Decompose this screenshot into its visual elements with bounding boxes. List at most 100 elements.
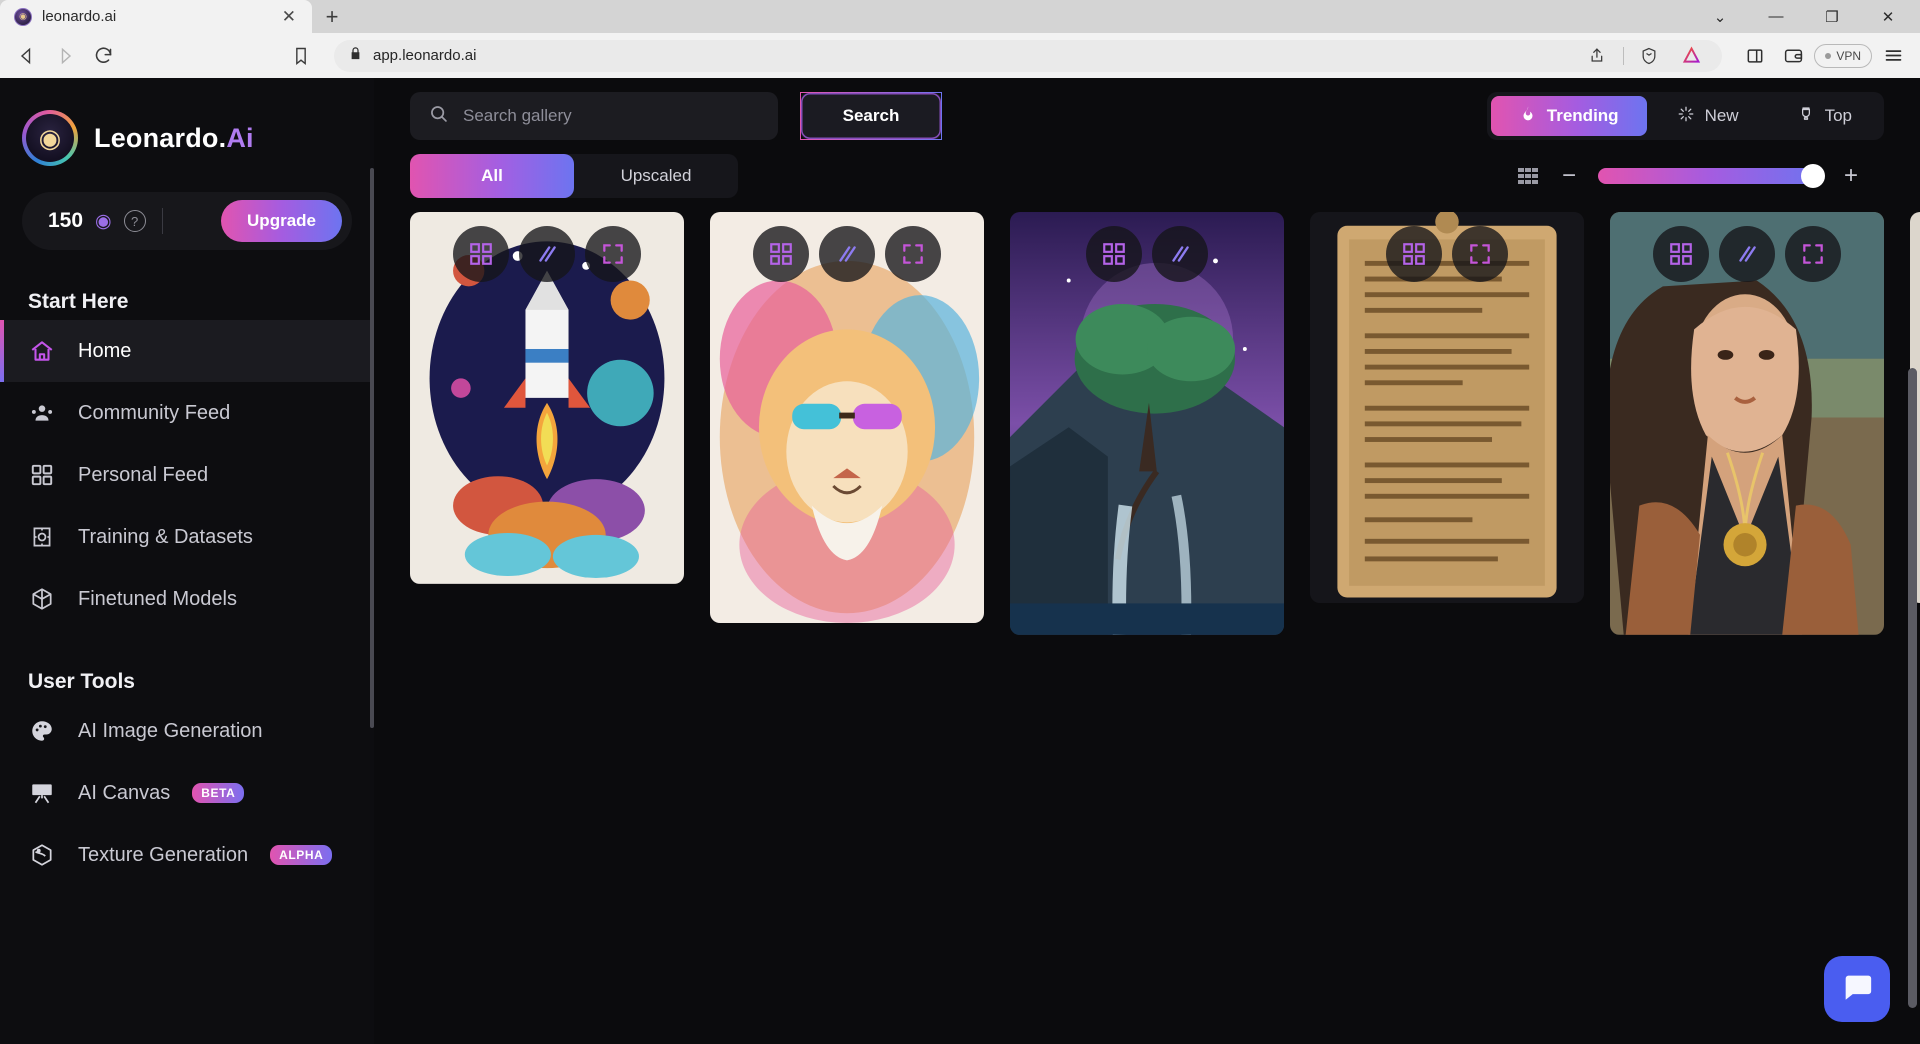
sidebar-item-label: Texture Generation [78, 843, 249, 866]
card-overlay-actions [1010, 226, 1284, 282]
bookmark-icon[interactable] [284, 39, 318, 73]
expand-icon[interactable] [585, 226, 641, 282]
gallery-card[interactable] [710, 212, 984, 623]
gallery-card[interactable] [1610, 212, 1884, 635]
sidebar-section-title-user-tools: User Tools [28, 670, 135, 693]
browser-tab[interactable]: ◉ leonardo.ai ✕ [0, 0, 312, 33]
sidebar-item-ai-image-generation[interactable]: AI Image Generation [0, 700, 374, 762]
card-overlay-actions [410, 226, 684, 282]
remix-icon[interactable] [1653, 226, 1709, 282]
upgrade-button[interactable]: Upgrade [221, 200, 342, 242]
motion-icon[interactable] [819, 226, 875, 282]
credits-card: 150 ◉ ? Upgrade [22, 192, 352, 250]
logo-inner: ◉ [26, 114, 74, 162]
flame-icon [1519, 105, 1537, 128]
chevron-down-icon[interactable]: ⌄ [1692, 0, 1748, 33]
sort-segmented-control: Trending New Top [1486, 92, 1884, 140]
zoom-controls: − + [1516, 164, 1884, 188]
filter-tab-upscaled[interactable]: Upscaled [574, 154, 738, 198]
sidebar-item-home[interactable]: Home [0, 320, 374, 382]
expand-icon[interactable] [885, 226, 941, 282]
expand-icon[interactable] [1452, 226, 1508, 282]
badge-alpha: ALPHA [270, 845, 333, 865]
card-overlay-actions [1310, 226, 1584, 282]
remix-icon[interactable] [453, 226, 509, 282]
brave-shield-icon[interactable] [1632, 39, 1666, 73]
search-input[interactable] [463, 106, 760, 126]
gallery-card[interactable] [1310, 212, 1584, 604]
lock-icon [348, 46, 363, 66]
divider [161, 208, 163, 234]
sidebar-item-label: AI Canvas [78, 781, 171, 804]
vpn-toggle[interactable]: VPN [1814, 43, 1872, 68]
zoom-in-button[interactable]: + [1844, 164, 1858, 188]
share-icon[interactable] [1581, 39, 1615, 73]
motion-icon[interactable] [1152, 226, 1208, 282]
sort-tab-label: Top [1824, 106, 1852, 125]
main-content: Search Trending New [374, 78, 1920, 1044]
zoom-out-button[interactable]: − [1562, 164, 1576, 188]
forward-icon [48, 39, 82, 73]
sidebar-item-personal-feed[interactable]: Personal Feed [0, 444, 374, 506]
people-group-icon [28, 399, 56, 427]
gallery-card[interactable] [1010, 212, 1284, 635]
sidebar-item-label: Community Feed [78, 401, 231, 424]
remix-icon[interactable] [753, 226, 809, 282]
brand[interactable]: ◉ Leonardo.Ai [0, 100, 374, 166]
grid-density-icon[interactable] [1516, 164, 1540, 188]
browser-tab-title: leonardo.ai [42, 8, 117, 25]
minimize-icon[interactable]: — [1748, 0, 1804, 33]
trophy-icon [1797, 105, 1815, 128]
new-tab-button[interactable]: + [312, 0, 352, 33]
search-input-wrapper[interactable] [410, 92, 778, 140]
sort-tab-top[interactable]: Top [1769, 96, 1880, 136]
remix-icon[interactable] [1086, 226, 1142, 282]
card-overlay-actions [1910, 226, 1920, 282]
sidebar-panel-icon[interactable] [1738, 39, 1772, 73]
zoom-slider-knob[interactable] [1800, 164, 1825, 188]
sidebar-item-community-feed[interactable]: Community Feed [0, 382, 374, 444]
sidebar-item-label: Training & Datasets [78, 525, 253, 548]
sidebar-item-training-datasets[interactable]: Training & Datasets [0, 506, 374, 568]
expand-icon[interactable] [1785, 226, 1841, 282]
sidebar-item-texture-generation[interactable]: Texture Generation ALPHA [0, 824, 374, 886]
motion-icon[interactable] [1719, 226, 1775, 282]
support-chat-button[interactable] [1824, 956, 1890, 1022]
sparkle-icon [1677, 105, 1695, 128]
browser-navbar: app.leonardo.ai VPN [0, 33, 1920, 78]
credits-amount: 150 [48, 209, 84, 232]
filter-tab-all[interactable]: All [410, 154, 574, 198]
cube-icon [28, 585, 56, 613]
sidebar-item-finetuned-models[interactable]: Finetuned Models [0, 568, 374, 630]
search-button[interactable]: Search [800, 92, 942, 140]
browser-tabstrip: ◉ leonardo.ai ✕ + ⌄ — ❐ ✕ [0, 0, 1920, 33]
image-gallery [374, 212, 1920, 1012]
question-mark-icon[interactable]: ? [123, 210, 146, 232]
close-icon[interactable]: ✕ [278, 6, 300, 27]
page-scrollbar[interactable] [1908, 368, 1917, 1008]
hamburger-menu-icon[interactable] [1876, 39, 1910, 73]
vpn-status-dot [1825, 52, 1832, 59]
sort-tab-label: Trending [1546, 106, 1619, 125]
sort-tab-trending[interactable]: Trending [1490, 96, 1647, 136]
reload-icon[interactable] [86, 39, 120, 73]
window-close-icon[interactable]: ✕ [1860, 0, 1916, 33]
wallet-icon[interactable] [1776, 39, 1810, 73]
sort-tab-new[interactable]: New [1649, 96, 1767, 136]
remix-icon[interactable] [1386, 226, 1442, 282]
back-icon[interactable] [10, 39, 44, 73]
url-bar-actions [1581, 39, 1708, 73]
sidebar-item-ai-canvas[interactable]: AI Canvas BETA [0, 762, 374, 824]
url-bar[interactable]: app.leonardo.ai [334, 39, 1723, 73]
window-controls: ⌄ — ❐ ✕ [1692, 0, 1920, 33]
brave-rewards-icon[interactable] [1674, 39, 1708, 73]
toolbar-row-search: Search Trending New [410, 92, 1884, 140]
maximize-icon[interactable]: ❐ [1804, 0, 1860, 33]
textured-cube-icon [28, 841, 56, 869]
sidebar-item-label: Personal Feed [78, 463, 209, 486]
sidebar: ◉ Leonardo.Ai 150 ◉ ? Upgrade Start Here… [0, 78, 374, 1044]
gallery-card[interactable] [410, 212, 684, 584]
sidebar-item-label: Home [78, 339, 132, 362]
motion-icon[interactable] [519, 226, 575, 282]
zoom-slider[interactable] [1597, 164, 1825, 188]
